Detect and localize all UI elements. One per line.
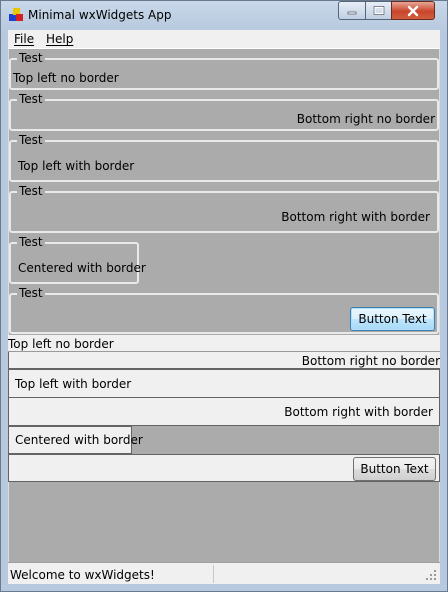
- static-box-text: Bottom right no border: [296, 112, 435, 126]
- static-box-label: Test: [17, 184, 45, 198]
- status-text: Welcome to wxWidgets!: [10, 568, 155, 582]
- menu-file[interactable]: File: [14, 32, 34, 46]
- static-box-2: Test Bottom right no border: [9, 92, 439, 131]
- static-box-3: Test Top left with border: [9, 133, 439, 182]
- menu-help[interactable]: Help: [46, 32, 73, 46]
- static-box-1: Test Top left no border: [9, 51, 439, 90]
- minimize-button[interactable]: [338, 1, 366, 20]
- panel-text: Bottom right no border: [301, 354, 440, 368]
- box-button-label: Button Text: [358, 312, 427, 326]
- static-box-label: Test: [17, 286, 45, 300]
- maximize-icon: [373, 5, 384, 15]
- static-box-4: Test Bottom right with border: [9, 184, 439, 233]
- panel-3: Top left with border: [8, 369, 440, 398]
- panel-text: Centered with border: [15, 433, 143, 447]
- menu-file-label: File: [14, 32, 35, 46]
- static-box-label: Test: [17, 92, 45, 106]
- static-box-text: Bottom right with border: [281, 210, 430, 224]
- static-box-5: Test Centered with border: [9, 235, 146, 284]
- static-box-label: Test: [17, 235, 45, 249]
- window-title: Minimal wxWidgets App: [28, 8, 172, 22]
- panel-text: Top left no border: [8, 337, 114, 351]
- static-box-label: Test: [17, 51, 45, 65]
- status-separator: [213, 565, 214, 583]
- app-icon: [9, 8, 23, 22]
- panel-text: Bottom right with border: [284, 405, 433, 419]
- panel-button-label: Button Text: [360, 462, 429, 476]
- panel-5: Centered with border: [8, 426, 143, 454]
- box-button[interactable]: Button Text: [350, 307, 435, 331]
- static-box-text: Top left with border: [18, 159, 135, 173]
- static-box-text: Centered with border: [18, 261, 146, 275]
- static-box-text: Top left no border: [13, 71, 119, 85]
- static-box-6: Test Button Text: [9, 286, 439, 334]
- panel-1: Top left no border: [8, 335, 440, 352]
- close-button[interactable]: [391, 1, 435, 20]
- panel-text: Top left with border: [15, 377, 132, 391]
- resize-grip-icon[interactable]: [424, 568, 438, 582]
- menu-bar: File Help: [8, 30, 440, 49]
- minimize-icon: [347, 11, 357, 14]
- status-bar: Welcome to wxWidgets!: [8, 562, 440, 584]
- panel-2: Bottom right no border: [8, 352, 440, 369]
- panel-button[interactable]: Button Text: [353, 457, 436, 481]
- menu-help-label: Help: [46, 32, 74, 46]
- static-box-label: Test: [17, 133, 45, 147]
- close-icon: [407, 5, 419, 16]
- maximize-button[interactable]: [365, 1, 392, 20]
- panel-6: Button Text: [8, 454, 440, 482]
- panel-4: Bottom right with border: [8, 398, 440, 426]
